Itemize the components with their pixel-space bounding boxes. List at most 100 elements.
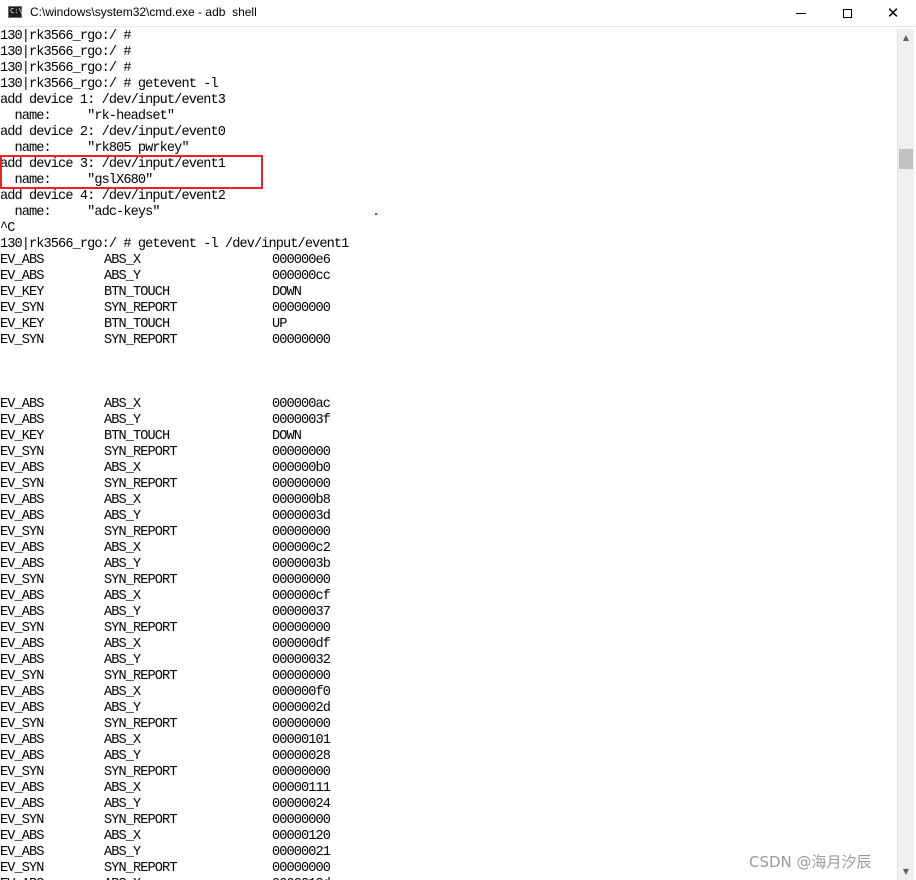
event-value: 00000000 [272, 525, 331, 540]
console-line: add device 1: /dev/input/event3 [0, 93, 226, 108]
event-row: EV_ABS ABS_X 00000101 [0, 733, 348, 749]
event-code: SYN_REPORT [104, 573, 177, 588]
scrollbar-thumb[interactable] [899, 149, 913, 169]
event-type: EV_SYN [0, 477, 44, 492]
event-code: SYN_REPORT [104, 525, 177, 540]
event-value: 000000e6 [272, 253, 331, 268]
event-code: ABS_Y [104, 845, 141, 860]
event-value: 000000b8 [272, 493, 331, 508]
event-value: UP [272, 317, 287, 332]
event-code: SYN_REPORT [104, 861, 177, 876]
event-value: 0000003d [272, 509, 331, 524]
event-row: EV_ABS ABS_X 000000e6 [0, 253, 348, 269]
event-value: 00000037 [272, 605, 331, 620]
event-row: EV_ABS ABS_X 000000df [0, 637, 348, 653]
annotation-dot [375, 213, 377, 215]
event-row: EV_ABS ABS_Y 000000cc [0, 269, 348, 285]
event-type: EV_ABS [0, 749, 44, 764]
event-row: EV_KEY BTN_TOUCH DOWN [0, 429, 348, 445]
close-button[interactable]: ✕ [870, 0, 916, 26]
event-type: EV_ABS [0, 653, 44, 668]
event-value: 000000c2 [272, 541, 331, 556]
event-type: EV_SYN [0, 573, 44, 588]
event-value: 00000000 [272, 669, 331, 684]
event-value: 0000003b [272, 557, 331, 572]
event-row: EV_ABS ABS_Y 0000003b [0, 557, 348, 573]
event-row: EV_ABS ABS_Y 0000003d [0, 509, 348, 525]
event-type: EV_SYN [0, 765, 44, 780]
scroll-down-arrow-icon[interactable]: ▼ [898, 863, 914, 880]
vertical-scrollbar[interactable]: ▲ ▼ [897, 29, 914, 880]
event-type: EV_ABS [0, 397, 44, 412]
console-output[interactable]: 130|rk3566_rgo:/ #130|rk3566_rgo:/ #130|… [0, 29, 897, 880]
console-line: 130|rk3566_rgo:/ # [0, 29, 132, 44]
event-value: 00000111 [272, 781, 331, 796]
title-bar[interactable]: C:\ C:\windows\system32\cmd.exe - adb sh… [0, 0, 916, 27]
event-value: 00000000 [272, 333, 331, 348]
event-code: ABS_Y [104, 413, 141, 428]
event-code: ABS_Y [104, 653, 141, 668]
event-row: EV_ABS ABS_Y 0000003f [0, 413, 348, 429]
event-code: ABS_Y [104, 701, 141, 716]
event-code: ABS_X [104, 253, 141, 268]
event-code: SYN_REPORT [104, 621, 177, 636]
event-code: SYN_REPORT [104, 717, 177, 732]
event-type: EV_ABS [0, 541, 44, 556]
event-code: ABS_Y [104, 749, 141, 764]
event-type: EV_ABS [0, 493, 44, 508]
event-value: 0000003f [272, 413, 331, 428]
scroll-up-arrow-icon[interactable]: ▲ [898, 29, 914, 46]
event-row: EV_SYN SYN_REPORT 00000000 [0, 717, 348, 733]
event-value: 00000000 [272, 717, 331, 732]
console-line: 130|rk3566_rgo:/ # getevent -l [0, 77, 219, 92]
window-title: C:\windows\system32\cmd.exe - adb shell [30, 5, 257, 19]
event-type: EV_SYN [0, 525, 44, 540]
event-type: EV_SYN [0, 813, 44, 828]
event-code: ABS_X [104, 733, 141, 748]
event-row: EV_SYN SYN_REPORT 00000000 [0, 765, 348, 781]
minimize-icon [796, 12, 806, 14]
minimize-button[interactable] [778, 0, 824, 26]
maximize-button[interactable] [824, 0, 870, 26]
event-code: ABS_X [104, 461, 141, 476]
event-code: SYN_REPORT [104, 765, 177, 780]
event-row: EV_SYN SYN_REPORT 00000000 [0, 573, 348, 589]
event-code: BTN_TOUCH [104, 429, 170, 444]
event-row: EV_KEY BTN_TOUCH DOWN [0, 285, 348, 301]
event-value: 00000000 [272, 813, 331, 828]
event-value: DOWN [272, 429, 302, 444]
event-value: 00000028 [272, 749, 331, 764]
event-type: EV_ABS [0, 253, 44, 268]
event-value: 00000101 [272, 733, 331, 748]
event-type: EV_ABS [0, 797, 44, 812]
console-line: 130|rk3566_rgo:/ # [0, 61, 132, 76]
event-type: EV_KEY [0, 317, 44, 332]
event-type: EV_SYN [0, 301, 44, 316]
event-row: EV_ABS ABS_X 000000c2 [0, 541, 348, 557]
event-type: EV_ABS [0, 829, 44, 844]
event-type: EV_SYN [0, 621, 44, 636]
event-value: 00000000 [272, 621, 331, 636]
event-code: ABS_Y [104, 557, 141, 572]
cmd-icon-glyph: C:\ [10, 7, 23, 15]
event-value: 00000000 [272, 301, 331, 316]
event-row: EV_SYN SYN_REPORT 00000000 [0, 477, 348, 493]
event-row: EV_ABS ABS_Y 00000028 [0, 749, 348, 765]
event-row: EV_SYN SYN_REPORT 00000000 [0, 301, 348, 317]
event-value: 00000000 [272, 861, 331, 876]
event-value: 000000f0 [272, 685, 331, 700]
csdn-watermark: CSDN @海月汐辰 [749, 853, 872, 871]
event-value: 000000cf [272, 589, 331, 604]
event-row: EV_ABS ABS_X 00000111 [0, 781, 348, 797]
event-row: EV_SYN SYN_REPORT 00000000 [0, 525, 348, 541]
event-code: ABS_X [104, 829, 141, 844]
event-code: BTN_TOUCH [104, 317, 170, 332]
event-type: EV_ABS [0, 781, 44, 796]
event-row: EV_ABS ABS_Y 00000024 [0, 797, 348, 813]
event-type: EV_ABS [0, 269, 44, 284]
event-value: 0000002d [272, 701, 331, 716]
event-code: ABS_Y [104, 269, 141, 284]
cmd-icon[interactable]: C:\ [8, 6, 23, 18]
event-type: EV_ABS [0, 733, 44, 748]
